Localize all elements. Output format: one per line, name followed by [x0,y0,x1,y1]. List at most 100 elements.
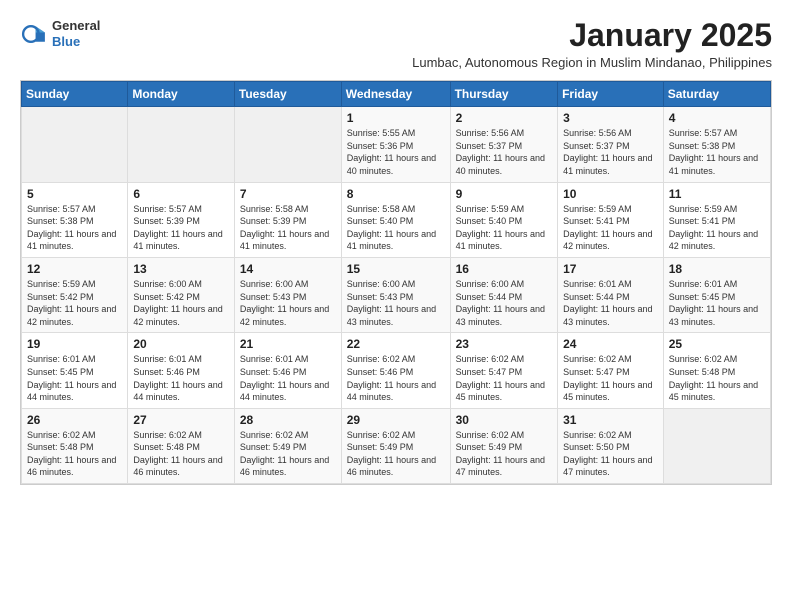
day-content: Sunrise: 6:00 AMSunset: 5:44 PMDaylight:… [456,278,553,328]
calendar-cell: 25 Sunrise: 6:02 AMSunset: 5:48 PMDayligh… [663,333,770,408]
calendar-cell: 24 Sunrise: 6:02 AMSunset: 5:47 PMDayligh… [558,333,664,408]
day-content: Sunrise: 6:02 AMSunset: 5:48 PMDaylight:… [133,429,229,479]
day-content: Sunrise: 5:58 AMSunset: 5:40 PMDaylight:… [347,203,445,253]
day-number: 12 [27,262,122,276]
day-number: 19 [27,337,122,351]
calendar-week-row: 1 Sunrise: 5:55 AMSunset: 5:36 PMDaylight… [22,107,771,182]
day-number: 20 [133,337,229,351]
calendar-cell: 6Sunrise: 5:57 AMSunset: 5:39 PMDaylight… [128,182,235,257]
calendar-header: SundayMondayTuesdayWednesdayThursdayFrid… [22,82,771,107]
day-content: Sunrise: 6:02 AMSunset: 5:47 PMDaylight:… [563,353,658,403]
day-content: Sunrise: 6:01 AMSunset: 5:44 PMDaylight:… [563,278,658,328]
day-number: 4 [669,111,765,125]
calendar-cell: 21 Sunrise: 6:01 AMSunset: 5:46 PMDayligh… [234,333,341,408]
weekday-header: Sunday [22,82,128,107]
day-content: Sunrise: 6:01 AMSunset: 5:46 PMDaylight:… [133,353,229,403]
day-number: 27 [133,413,229,427]
day-content: Sunrise: 5:58 AMSunset: 5:39 PMDaylight:… [240,203,336,253]
day-number: 5 [27,187,122,201]
day-content: Sunrise: 5:56 AMSunset: 5:37 PMDaylight:… [456,127,553,177]
day-content: Sunrise: 6:02 AMSunset: 5:48 PMDaylight:… [669,353,765,403]
calendar-cell: 12 Sunrise: 5:59 AMSunset: 5:42 PMDayligh… [22,257,128,332]
calendar-cell: 30 Sunrise: 6:02 AMSunset: 5:49 PMDayligh… [450,408,558,483]
page: General Blue January 2025 Lumbac, Autono… [0,0,792,499]
calendar-cell: 23 Sunrise: 6:02 AMSunset: 5:47 PMDayligh… [450,333,558,408]
day-number: 11 [669,187,765,201]
day-content: Sunrise: 6:00 AMSunset: 5:42 PMDaylight:… [133,278,229,328]
weekday-header: Friday [558,82,664,107]
day-content: Sunrise: 5:59 AMSunset: 5:41 PMDaylight:… [563,203,658,253]
day-content: Sunrise: 5:59 AMSunset: 5:40 PMDaylight:… [456,203,553,253]
title-block: January 2025 Lumbac, Autonomous Region i… [110,18,772,70]
weekday-header: Monday [128,82,235,107]
weekday-header: Tuesday [234,82,341,107]
logo-line1: General [52,18,100,34]
day-content: Sunrise: 6:02 AMSunset: 5:49 PMDaylight:… [456,429,553,479]
calendar-body: 1 Sunrise: 5:55 AMSunset: 5:36 PMDaylight… [22,107,771,484]
day-number: 24 [563,337,658,351]
weekday-header: Wednesday [341,82,450,107]
day-content: Sunrise: 5:57 AMSunset: 5:38 PMDaylight:… [669,127,765,177]
calendar-cell: 8 Sunrise: 5:58 AMSunset: 5:40 PMDaylight… [341,182,450,257]
calendar-cell: 20 Sunrise: 6:01 AMSunset: 5:46 PMDayligh… [128,333,235,408]
month-title: January 2025 [110,18,772,53]
day-content: Sunrise: 6:01 AMSunset: 5:46 PMDaylight:… [240,353,336,403]
calendar-week-row: 12 Sunrise: 5:59 AMSunset: 5:42 PMDayligh… [22,257,771,332]
calendar-cell: 22Sunrise: 6:02 AMSunset: 5:46 PMDayligh… [341,333,450,408]
day-content: Sunrise: 6:02 AMSunset: 5:48 PMDaylight:… [27,429,122,479]
calendar-cell: 4 Sunrise: 5:57 AMSunset: 5:38 PMDaylight… [663,107,770,182]
day-number: 29 [347,413,445,427]
calendar-cell: 17 Sunrise: 6:01 AMSunset: 5:44 PMDayligh… [558,257,664,332]
calendar-cell [234,107,341,182]
calendar-cell: 5 Sunrise: 5:57 AMSunset: 5:38 PMDaylight… [22,182,128,257]
day-number: 18 [669,262,765,276]
calendar-week-row: 5 Sunrise: 5:57 AMSunset: 5:38 PMDaylight… [22,182,771,257]
day-content: Sunrise: 6:02 AMSunset: 5:47 PMDaylight:… [456,353,553,403]
calendar-cell: 27 Sunrise: 6:02 AMSunset: 5:48 PMDayligh… [128,408,235,483]
header: General Blue January 2025 Lumbac, Autono… [20,18,772,70]
day-number: 23 [456,337,553,351]
calendar: SundayMondayTuesdayWednesdayThursdayFrid… [20,80,772,485]
calendar-cell: 31 Sunrise: 6:02 AMSunset: 5:50 PMDayligh… [558,408,664,483]
day-number: 6 [133,187,229,201]
day-content: Sunrise: 6:00 AMSunset: 5:43 PMDaylight:… [240,278,336,328]
logo-text: General Blue [52,18,100,49]
calendar-cell [128,107,235,182]
weekday-row: SundayMondayTuesdayWednesdayThursdayFrid… [22,82,771,107]
day-number: 25 [669,337,765,351]
day-number: 14 [240,262,336,276]
day-content: Sunrise: 6:01 AMSunset: 5:45 PMDaylight:… [669,278,765,328]
calendar-table: SundayMondayTuesdayWednesdayThursdayFrid… [21,81,771,484]
day-content: Sunrise: 5:59 AMSunset: 5:42 PMDaylight:… [27,278,122,328]
calendar-cell: 16Sunrise: 6:00 AMSunset: 5:44 PMDayligh… [450,257,558,332]
day-number: 8 [347,187,445,201]
day-content: Sunrise: 6:02 AMSunset: 5:49 PMDaylight:… [347,429,445,479]
calendar-cell: 3Sunrise: 5:56 AMSunset: 5:37 PMDaylight… [558,107,664,182]
day-content: Sunrise: 6:02 AMSunset: 5:50 PMDaylight:… [563,429,658,479]
calendar-cell: 15 Sunrise: 6:00 AMSunset: 5:43 PMDayligh… [341,257,450,332]
day-number: 21 [240,337,336,351]
day-number: 7 [240,187,336,201]
day-number: 30 [456,413,553,427]
calendar-cell: 19Sunrise: 6:01 AMSunset: 5:45 PMDayligh… [22,333,128,408]
day-number: 28 [240,413,336,427]
calendar-cell [22,107,128,182]
day-content: Sunrise: 6:00 AMSunset: 5:43 PMDaylight:… [347,278,445,328]
weekday-header: Saturday [663,82,770,107]
day-number: 17 [563,262,658,276]
day-number: 31 [563,413,658,427]
weekday-header: Thursday [450,82,558,107]
day-number: 10 [563,187,658,201]
calendar-cell: 9Sunrise: 5:59 AMSunset: 5:40 PMDaylight… [450,182,558,257]
day-number: 1 [347,111,445,125]
calendar-week-row: 19Sunrise: 6:01 AMSunset: 5:45 PMDayligh… [22,333,771,408]
subtitle: Lumbac, Autonomous Region in Muslim Mind… [110,55,772,70]
calendar-cell: 28Sunrise: 6:02 AMSunset: 5:49 PMDayligh… [234,408,341,483]
calendar-cell: 2Sunrise: 5:56 AMSunset: 5:37 PMDaylight… [450,107,558,182]
logo-line2: Blue [52,34,100,50]
day-content: Sunrise: 5:55 AMSunset: 5:36 PMDaylight:… [347,127,445,177]
day-content: Sunrise: 6:02 AMSunset: 5:46 PMDaylight:… [347,353,445,403]
day-content: Sunrise: 5:57 AMSunset: 5:38 PMDaylight:… [27,203,122,253]
day-number: 15 [347,262,445,276]
logo: General Blue [20,18,100,49]
